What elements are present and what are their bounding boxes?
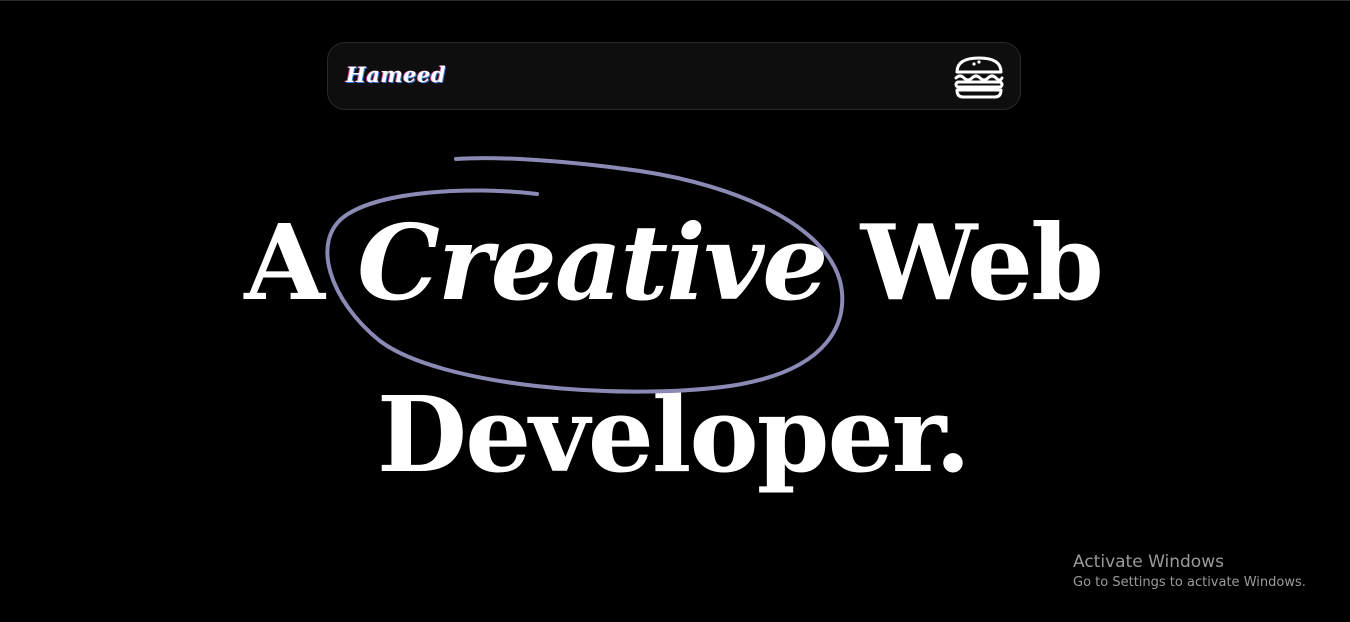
hero-heading-line1: A Creative Web xyxy=(0,201,1348,324)
windows-activation-watermark: Activate Windows Go to Settings to activ… xyxy=(1073,551,1306,592)
hero-word-a: A xyxy=(244,201,358,324)
hero-word-creative: Creative xyxy=(357,201,828,324)
page: Hameed A Creative Web Developer. Activat… xyxy=(0,0,1350,622)
watermark-title: Activate Windows xyxy=(1073,552,1224,572)
hero-word-web: Web xyxy=(826,201,1104,324)
hero-section: A Creative Web Developer. xyxy=(0,1,1350,622)
watermark-subtitle: Go to Settings to activate Windows. xyxy=(1073,575,1306,590)
hero-heading-line2: Developer. xyxy=(376,373,971,496)
